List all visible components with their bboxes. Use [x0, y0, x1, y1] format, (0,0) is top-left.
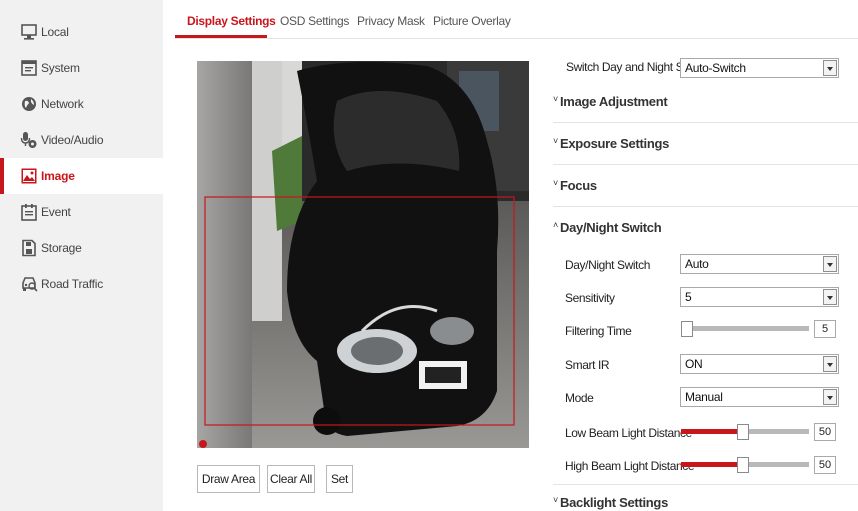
- section-title: Day/Night Switch: [560, 220, 662, 235]
- mode-select[interactable]: Manual: [680, 387, 839, 407]
- chevron-down-icon: [823, 289, 837, 305]
- switch-day-night-select[interactable]: Auto-Switch: [680, 58, 839, 78]
- tab-picture-overlay[interactable]: Picture Overlay: [433, 14, 511, 28]
- tab-display-settings[interactable]: Display Settings: [187, 14, 276, 28]
- sidebar-item-video-audio[interactable]: Video/Audio: [0, 122, 163, 158]
- chevron-down-icon: ˅: [553, 136, 558, 146]
- chevron-down-icon: [823, 60, 837, 76]
- chevron-down-icon: ˅: [553, 495, 558, 505]
- sensitivity-label: Sensitivity: [565, 291, 615, 305]
- divider: [553, 484, 858, 485]
- slider-track: [681, 326, 809, 331]
- high-beam-value[interactable]: 50: [814, 456, 836, 474]
- clear-all-button[interactable]: Clear All: [267, 465, 315, 493]
- sidebar-item-image[interactable]: Image: [0, 158, 163, 194]
- high-beam-label: High Beam Light Distance: [565, 459, 695, 473]
- chevron-up-icon: ˄: [553, 220, 558, 230]
- slider-thumb[interactable]: [737, 424, 749, 440]
- high-beam-slider[interactable]: [681, 455, 809, 473]
- sidebar-item-label: Storage: [41, 241, 82, 255]
- chevron-down-icon: ˅: [553, 94, 558, 104]
- live-video-preview[interactable]: [197, 61, 529, 448]
- smart-ir-value: ON: [685, 357, 703, 371]
- section-title: Backlight Settings: [560, 495, 669, 510]
- sidebar-item-label: Video/Audio: [41, 133, 104, 147]
- sidebar-item-label: Event: [41, 205, 71, 219]
- low-beam-value[interactable]: 50: [814, 423, 836, 441]
- section-title: Image Adjustment: [560, 94, 668, 109]
- sidebar-item-road-traffic[interactable]: Road Traffic: [0, 266, 163, 302]
- sidebar-item-local[interactable]: Local: [0, 14, 163, 50]
- section-title: Exposure Settings: [560, 136, 670, 151]
- divider: [553, 164, 858, 165]
- filtering-time-value[interactable]: 5: [814, 320, 836, 338]
- chevron-down-icon: ˅: [553, 178, 558, 188]
- sidebar-item-storage[interactable]: Storage: [0, 230, 163, 266]
- sidebar-item-label: Network: [41, 97, 84, 111]
- image-icon: [21, 168, 37, 184]
- mode-label: Mode: [565, 391, 594, 405]
- sidebar-item-network[interactable]: Network: [0, 86, 163, 122]
- switch-day-night-value: Auto-Switch: [685, 61, 746, 75]
- storage-icon: [22, 239, 36, 257]
- filtering-time-label: Filtering Time: [565, 324, 632, 338]
- low-beam-slider[interactable]: [681, 422, 809, 440]
- calendar-icon: [21, 204, 37, 221]
- day-night-switch-label: Day/Night Switch: [565, 258, 650, 272]
- smart-ir-label: Smart IR: [565, 358, 610, 372]
- section-title: Focus: [560, 178, 597, 193]
- system-icon: [21, 60, 37, 76]
- monitor-icon: [21, 24, 37, 40]
- slider-thumb[interactable]: [681, 321, 693, 337]
- chevron-down-icon: [823, 389, 837, 405]
- tab-osd-settings[interactable]: OSD Settings: [280, 14, 349, 28]
- sidebar-item-label: Road Traffic: [41, 277, 104, 291]
- mode-value: Manual: [685, 390, 723, 404]
- chevron-down-icon: [823, 356, 837, 372]
- camera-web-ui: Local System Network Video/Audio Image E…: [0, 0, 858, 511]
- video-audio-icon: [20, 132, 37, 148]
- tab-privacy-mask[interactable]: Privacy Mask: [357, 14, 425, 28]
- slider-thumb[interactable]: [737, 457, 749, 473]
- divider: [553, 206, 858, 207]
- video-frame: [197, 61, 529, 448]
- low-beam-label: Low Beam Light Distance: [565, 426, 692, 440]
- divider: [553, 122, 858, 123]
- slider-fill: [681, 462, 741, 467]
- sensitivity-value: 5: [685, 290, 692, 304]
- tab-bar-divider: [175, 38, 858, 39]
- sidebar-item-system[interactable]: System: [0, 50, 163, 86]
- sidebar: Local System Network Video/Audio Image E…: [0, 0, 163, 511]
- tab-bar: Display Settings OSD Settings Privacy Ma…: [175, 0, 858, 38]
- sidebar-item-label: Image: [41, 169, 75, 183]
- set-button[interactable]: Set: [326, 465, 353, 493]
- draw-area-button[interactable]: Draw Area: [197, 465, 260, 493]
- filtering-time-slider[interactable]: [681, 319, 809, 337]
- day-night-switch-value: Auto: [685, 257, 709, 271]
- smart-ir-select[interactable]: ON: [680, 354, 839, 374]
- sidebar-item-label: Local: [41, 25, 69, 39]
- slider-fill: [681, 429, 741, 434]
- sensitivity-select[interactable]: 5: [680, 287, 839, 307]
- sidebar-item-label: System: [41, 61, 80, 75]
- road-traffic-icon: [22, 277, 38, 292]
- day-night-switch-select[interactable]: Auto: [680, 254, 839, 274]
- sidebar-item-event[interactable]: Event: [0, 194, 163, 230]
- chevron-down-icon: [823, 256, 837, 272]
- globe-icon: [22, 97, 36, 111]
